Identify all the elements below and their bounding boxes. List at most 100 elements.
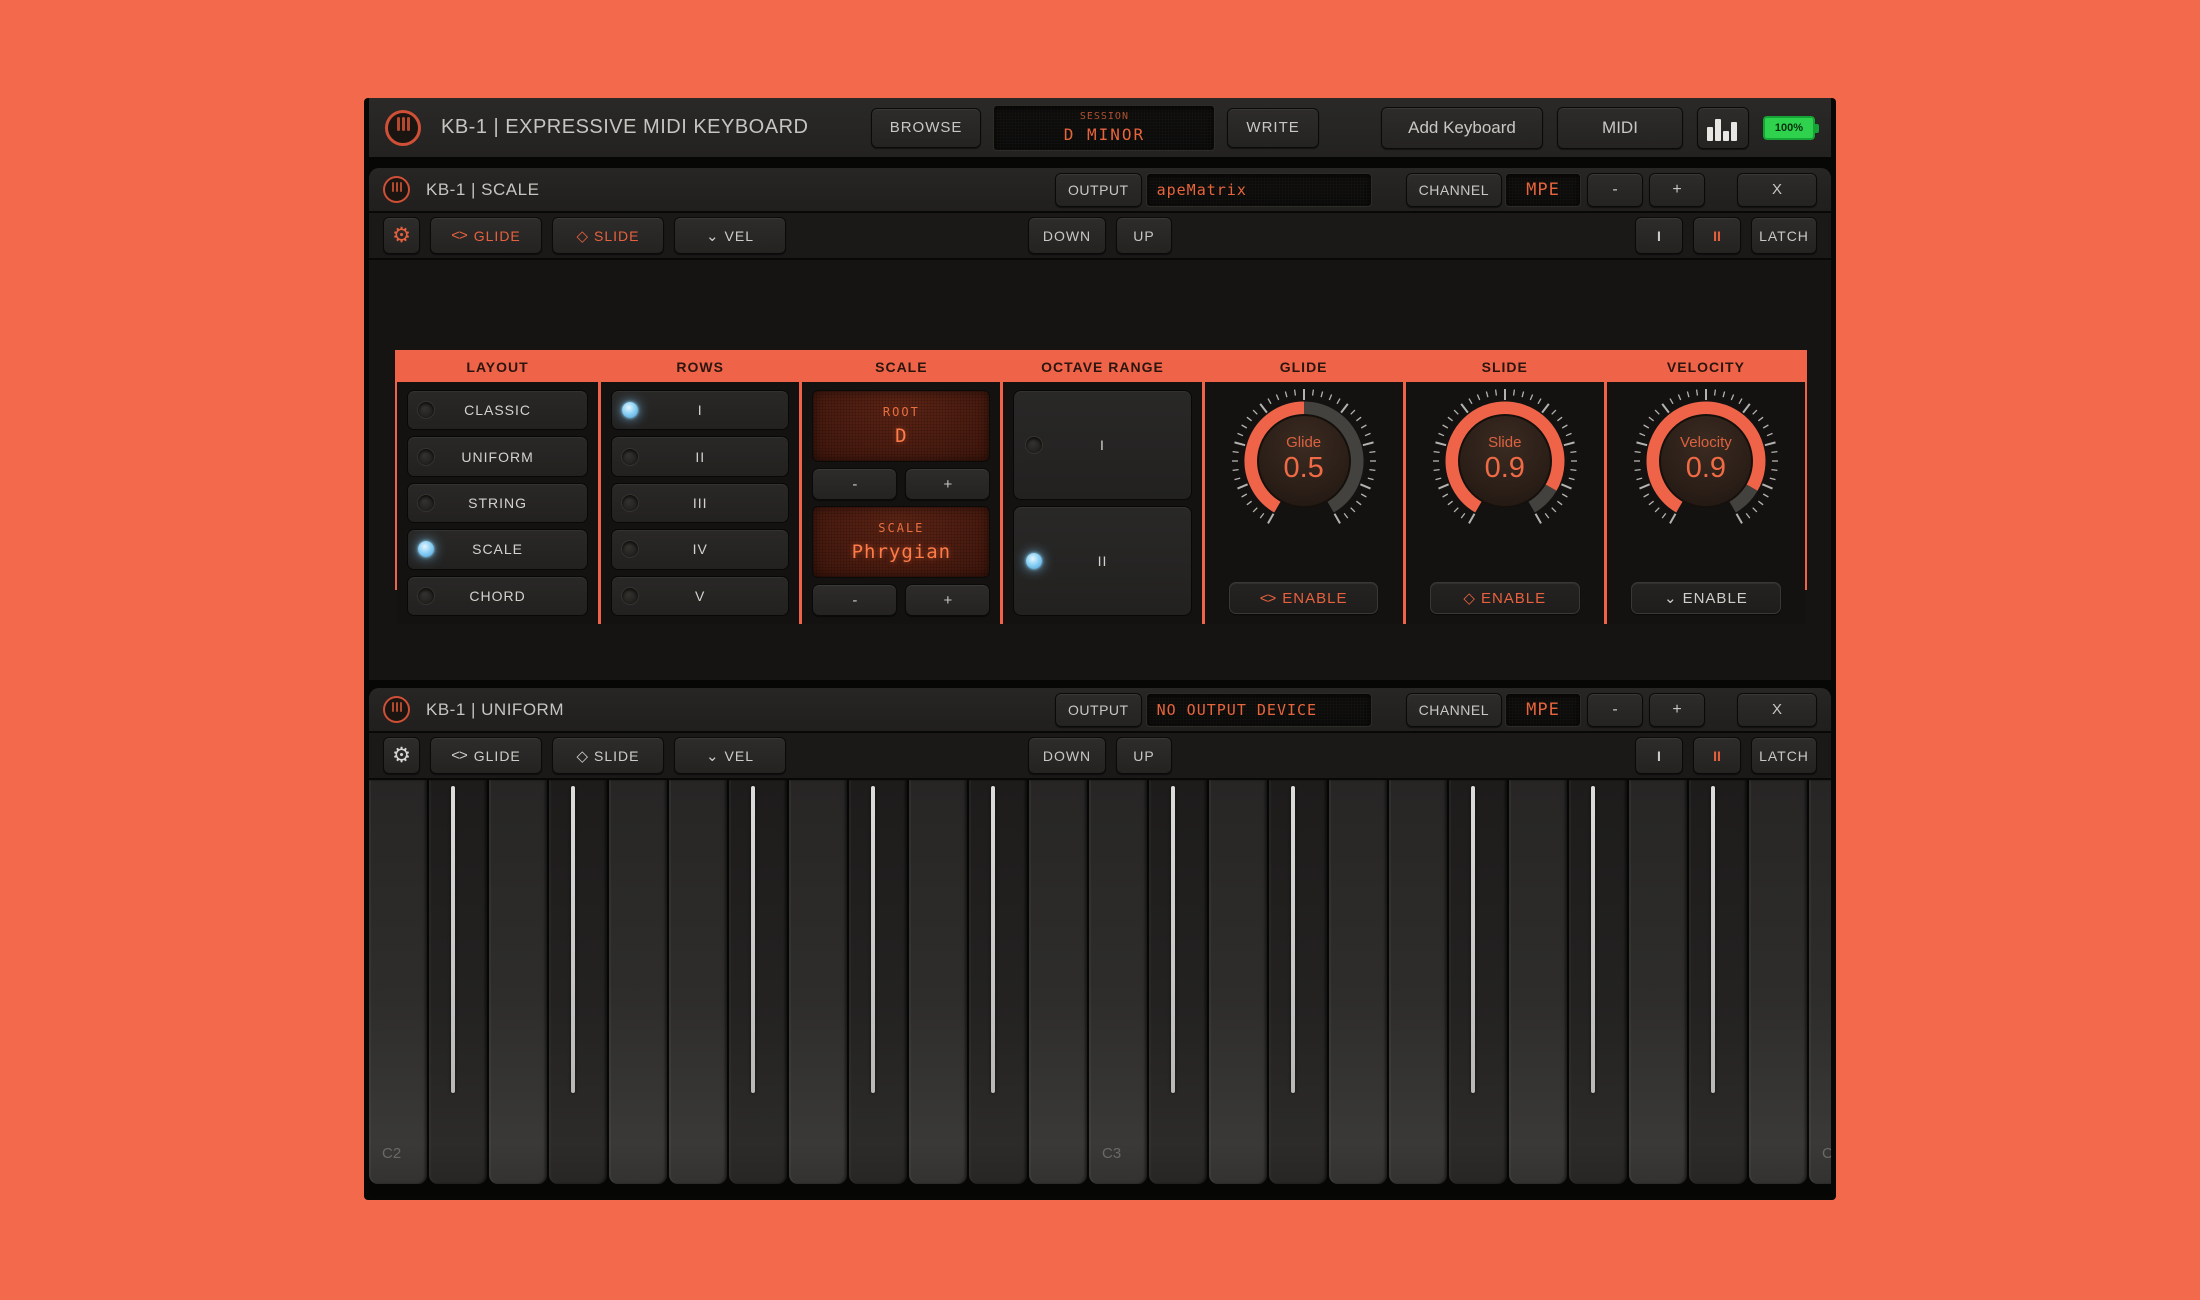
octave-down-button[interactable]: DOWN [1028, 217, 1106, 254]
channel-minus-button[interactable]: - [1587, 693, 1643, 727]
close-module-button[interactable]: X [1737, 693, 1817, 727]
key-pressure-indicator [1711, 786, 1715, 1093]
session-display[interactable]: SESSION D MINOR [993, 105, 1215, 151]
slide-toggle-button[interactable]: ◇ SLIDE [552, 737, 664, 774]
slide-toggle-button[interactable]: ◇ SLIDE [552, 217, 664, 254]
settings-gear-icon[interactable]: ⚙ [383, 737, 420, 774]
piano-key-natural[interactable] [609, 780, 667, 1184]
glide-toggle-button[interactable]: <> GLIDE [430, 217, 542, 254]
scale-module-title: KB-1 | SCALE [426, 180, 539, 200]
vel-toggle-button[interactable]: ⌄ VEL [674, 217, 786, 254]
piano-key-natural[interactable] [669, 780, 727, 1184]
channel-button[interactable]: CHANNEL [1406, 173, 1502, 207]
layout-option-scale[interactable]: SCALE [407, 529, 588, 569]
root-minus-button[interactable]: - [812, 468, 897, 500]
piano-key-sharp[interactable] [1149, 780, 1207, 1184]
piano-key-natural[interactable] [1629, 780, 1687, 1184]
row-option-ii[interactable]: II [611, 436, 789, 476]
piano-key-natural[interactable]: C3 [1089, 780, 1147, 1184]
output-button[interactable]: OUTPUT [1055, 693, 1142, 727]
slide-knob[interactable]: Slide 0.9 [1430, 386, 1580, 536]
channel-value-display[interactable]: MPE [1505, 173, 1581, 207]
uniform-module-title: KB-1 | UNIFORM [426, 700, 564, 720]
piano-keyboard: C2 C3 C4 [369, 780, 1831, 1197]
channel-plus-button[interactable]: + [1649, 173, 1705, 207]
close-module-button[interactable]: X [1737, 173, 1817, 207]
scale-minus-button[interactable]: - [812, 584, 897, 616]
piano-key-sharp[interactable] [429, 780, 487, 1184]
glide-enable-button[interactable]: <> ENABLE [1229, 582, 1379, 614]
latch-button[interactable]: LATCH [1751, 737, 1817, 774]
option-label: III [612, 495, 788, 511]
key-pressure-indicator [1171, 786, 1175, 1093]
page-2-button[interactable]: II [1693, 217, 1741, 254]
latch-button[interactable]: LATCH [1751, 217, 1817, 254]
piano-key-natural[interactable]: C4 [1809, 780, 1831, 1184]
glide-knob[interactable]: Glide 0.5 [1229, 386, 1379, 536]
scale-plus-button[interactable]: + [905, 584, 990, 616]
root-plus-button[interactable]: + [905, 468, 990, 500]
app-title: KB-1 | EXPRESSIVE MIDI KEYBOARD [441, 116, 808, 139]
velocity-enable-button[interactable]: ⌄ ENABLE [1631, 582, 1781, 614]
page-1-button[interactable]: I [1635, 217, 1683, 254]
midi-button[interactable]: MIDI [1557, 107, 1683, 149]
scale-type-display[interactable]: SCALE Phrygian [812, 506, 990, 578]
row-option-v[interactable]: V [611, 576, 789, 616]
piano-key-sharp[interactable] [1269, 780, 1327, 1184]
piano-key-natural[interactable] [489, 780, 547, 1184]
output-device-display[interactable]: apeMatrix [1146, 173, 1372, 207]
uniform-keyboard-module: KB-1 | UNIFORM OUTPUT NO OUTPUT DEVICE C… [369, 688, 1831, 1197]
octave-down-button[interactable]: DOWN [1028, 737, 1106, 774]
piano-key-sharp[interactable] [1569, 780, 1627, 1184]
add-keyboard-button[interactable]: Add Keyboard [1381, 107, 1543, 149]
piano-key-sharp[interactable] [1449, 780, 1507, 1184]
piano-key-natural[interactable] [909, 780, 967, 1184]
piano-key-sharp[interactable] [1689, 780, 1747, 1184]
piano-key-natural[interactable] [789, 780, 847, 1184]
slide-enable-button[interactable]: ◇ ENABLE [1430, 582, 1580, 614]
battery-percent: 100% [1775, 122, 1803, 134]
app-logo-icon [385, 110, 421, 146]
session-controls: BROWSE SESSION D MINOR WRITE [871, 105, 1319, 151]
output-device-display[interactable]: NO OUTPUT DEVICE [1146, 693, 1372, 727]
glide-toggle-button[interactable]: <> GLIDE [430, 737, 542, 774]
layout-option-uniform[interactable]: UNIFORM [407, 436, 588, 476]
piano-key-natural[interactable] [1749, 780, 1807, 1184]
vel-toggle-button[interactable]: ⌄ VEL [674, 737, 786, 774]
root-note-display[interactable]: ROOT D [812, 390, 990, 462]
option-label: I [612, 402, 788, 418]
piano-key-natural[interactable] [1209, 780, 1267, 1184]
row-option-i[interactable]: I [611, 390, 789, 430]
row-option-iii[interactable]: III [611, 483, 789, 523]
piano-key-natural[interactable] [1509, 780, 1567, 1184]
piano-key-natural[interactable] [1329, 780, 1387, 1184]
settings-gear-icon[interactable]: ⚙ [383, 217, 420, 254]
page-1-button[interactable]: I [1635, 737, 1683, 774]
level-meter-button[interactable] [1697, 107, 1749, 149]
write-button[interactable]: WRITE [1227, 108, 1318, 148]
output-button[interactable]: OUTPUT [1055, 173, 1142, 207]
piano-key-sharp[interactable] [729, 780, 787, 1184]
octave-range-option-ii[interactable]: II [1013, 506, 1191, 616]
row-option-iv[interactable]: IV [611, 529, 789, 569]
piano-key-sharp[interactable] [969, 780, 1027, 1184]
piano-key-natural[interactable]: C2 [369, 780, 427, 1184]
octave-up-button[interactable]: UP [1116, 737, 1172, 774]
layout-option-string[interactable]: STRING [407, 483, 588, 523]
piano-key-sharp[interactable] [849, 780, 907, 1184]
channel-minus-button[interactable]: - [1587, 173, 1643, 207]
velocity-knob[interactable]: Velocity 0.9 [1631, 386, 1781, 536]
layout-option-chord[interactable]: CHORD [407, 576, 588, 616]
channel-plus-button[interactable]: + [1649, 693, 1705, 727]
channel-value-display[interactable]: MPE [1505, 693, 1581, 727]
browse-button[interactable]: BROWSE [871, 108, 982, 148]
piano-key-natural[interactable] [1029, 780, 1087, 1184]
page-2-button[interactable]: II [1693, 737, 1741, 774]
octave-range-option-i[interactable]: I [1013, 390, 1191, 500]
piano-key-natural[interactable] [1389, 780, 1447, 1184]
layout-option-classic[interactable]: CLASSIC [407, 390, 588, 430]
channel-button[interactable]: CHANNEL [1406, 693, 1502, 727]
octave-up-button[interactable]: UP [1116, 217, 1172, 254]
slide-icon: ◇ [576, 747, 587, 765]
piano-key-sharp[interactable] [549, 780, 607, 1184]
